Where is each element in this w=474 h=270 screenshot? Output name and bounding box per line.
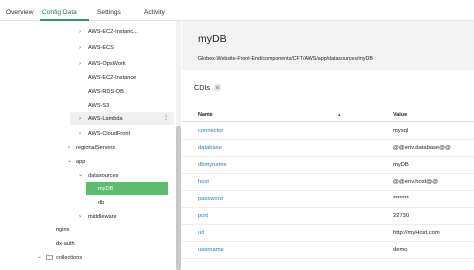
tree-item-label: AWS-EC2-Instanc... bbox=[88, 28, 138, 35]
tree-item-collections[interactable]: ⌄ collections bbox=[0, 251, 174, 264]
section-label: CDIs bbox=[194, 83, 210, 92]
tree-item-aws-s3[interactable]: AWS-S3 bbox=[0, 99, 174, 112]
tree-item-label: AWS-ECS bbox=[88, 44, 114, 51]
tree-item-aws-opswork[interactable]: › AWS-OpsWork bbox=[0, 57, 174, 70]
tree-item-aws-lambda[interactable]: › AWS-Lambda ⋮ bbox=[70, 112, 174, 125]
cdi-value: 22730 bbox=[393, 213, 410, 219]
tree-item-label: regionalServers bbox=[76, 144, 116, 151]
column-header-name[interactable]: Name bbox=[198, 112, 213, 118]
tree-item-label: AWS-EC2-Instance bbox=[88, 74, 137, 81]
breadcrumb-path: Globex-Website-Front-End/components/CFT/… bbox=[198, 56, 373, 62]
cdi-name-link[interactable]: url bbox=[198, 230, 204, 236]
chevron-right-icon[interactable]: › bbox=[68, 145, 70, 151]
detail-panel: myDB Globex-Website-Front-End/components… bbox=[182, 21, 474, 270]
chevron-down-icon[interactable]: ⌄ bbox=[67, 157, 72, 164]
config-tree: › AWS-EC2-Instanc... › AWS-ECS › AWS-Ops… bbox=[0, 21, 174, 270]
tree-item-middleware[interactable]: › middleware bbox=[0, 210, 174, 223]
cdi-value: demo bbox=[393, 247, 408, 253]
tree-item-label: dx-auth bbox=[56, 240, 75, 247]
cdi-value: myDB bbox=[393, 162, 409, 168]
tree-item-label: AWS-Lambda bbox=[88, 115, 123, 122]
tab-activity[interactable]: Activity bbox=[144, 9, 165, 16]
tree-item-nginx[interactable]: nginx bbox=[0, 223, 174, 236]
tree-item-mydb[interactable]: myDB bbox=[86, 182, 168, 195]
cdi-name-link[interactable]: connector bbox=[198, 128, 223, 134]
cdi-value: @@env.host@@ bbox=[393, 179, 439, 185]
cdis-section-heading: CDIs 8 bbox=[194, 83, 221, 92]
table-row[interactable]: port 22730 bbox=[182, 208, 474, 225]
cdi-value: ******* bbox=[393, 196, 409, 202]
column-header-value[interactable]: Value bbox=[393, 112, 407, 118]
chevron-down-icon[interactable]: ⌄ bbox=[37, 253, 42, 260]
tab-overview[interactable]: Overview bbox=[6, 9, 33, 16]
tree-item-label: datasources bbox=[88, 172, 119, 179]
count-badge: 8 bbox=[213, 84, 221, 91]
tab-bar: Overview Config Data Settings Activity bbox=[0, 0, 474, 21]
cdi-name-link[interactable]: password bbox=[198, 196, 223, 202]
tab-settings[interactable]: Settings bbox=[97, 9, 121, 16]
tree-item-aws-ec2-instance[interactable]: AWS-EC2-Instance bbox=[0, 71, 174, 84]
sort-ascending-icon[interactable]: ▴ bbox=[338, 112, 341, 118]
table-row[interactable]: dbmyname myDB bbox=[182, 157, 474, 174]
chevron-right-icon[interactable]: › bbox=[79, 214, 81, 220]
cdi-value: @@env.database@@ bbox=[393, 145, 451, 151]
tree-item-label: AWS-S3 bbox=[88, 102, 110, 109]
cdi-name-link[interactable]: username bbox=[198, 247, 224, 253]
tree-item-label: middleware bbox=[88, 213, 117, 220]
cdi-value: mysql bbox=[393, 128, 409, 134]
tab-config-data[interactable]: Config Data bbox=[42, 9, 77, 16]
chevron-right-icon[interactable]: › bbox=[79, 29, 81, 35]
table-row[interactable]: url http://myHost.com bbox=[182, 225, 474, 242]
cdi-name-link[interactable]: database bbox=[198, 145, 222, 151]
tree-item-db[interactable]: db bbox=[0, 196, 174, 209]
table-row[interactable]: connector mysql bbox=[182, 123, 474, 140]
tree-item-regionalservers[interactable]: › regionalServers bbox=[0, 141, 174, 154]
tree-item-label: AWS-CloudFront bbox=[88, 130, 131, 137]
chevron-down-icon[interactable]: ⌄ bbox=[78, 171, 83, 178]
table-row[interactable]: password ******* bbox=[182, 191, 474, 208]
cdi-name-link[interactable]: host bbox=[198, 179, 209, 185]
tree-item-aws-ec2-instanc[interactable]: › AWS-EC2-Instanc... bbox=[0, 25, 174, 38]
table-row[interactable]: host @@env.host@@ bbox=[182, 174, 474, 191]
sidebar-scrollbar-thumb[interactable] bbox=[176, 126, 181, 270]
tree-item-aws-cloudfront[interactable]: › AWS-CloudFront bbox=[0, 127, 174, 140]
tree-item-label: myDB bbox=[98, 185, 114, 192]
page-title: myDB bbox=[198, 33, 227, 45]
tree-item-label: AWS-RDS-DB bbox=[88, 88, 124, 95]
tree-item-app[interactable]: ⌄ app bbox=[0, 155, 174, 168]
tree-item-aws-ecs[interactable]: › AWS-ECS bbox=[0, 41, 174, 54]
tree-item-label: AWS-OpsWork bbox=[88, 60, 126, 67]
tree-item-label: app bbox=[76, 158, 86, 165]
table-header: Name ▴ Value bbox=[182, 108, 474, 122]
chevron-right-icon[interactable]: › bbox=[79, 45, 81, 51]
cdi-value: http://myHost.com bbox=[393, 230, 440, 236]
detail-header: myDB Globex-Website-Front-End/components… bbox=[182, 21, 474, 70]
folder-icon bbox=[46, 254, 53, 262]
cdi-name-link[interactable]: dbmyname bbox=[198, 162, 227, 168]
tree-item-datasources[interactable]: ⌄ datasources bbox=[0, 169, 174, 182]
chevron-right-icon[interactable]: › bbox=[79, 61, 81, 67]
tree-item-dx-auth[interactable]: dx-auth bbox=[0, 237, 174, 250]
tree-item-aws-rds-db[interactable]: AWS-RDS-DB bbox=[0, 85, 174, 98]
more-options-icon[interactable]: ⋮ bbox=[163, 114, 169, 121]
tree-item-label: db bbox=[98, 199, 105, 206]
table-row[interactable]: database @@env.database@@ bbox=[182, 140, 474, 157]
chevron-right-icon[interactable]: › bbox=[79, 116, 81, 122]
table-row[interactable]: username demo bbox=[182, 242, 474, 259]
chevron-right-icon[interactable]: › bbox=[79, 131, 81, 137]
cdi-name-link[interactable]: port bbox=[198, 213, 208, 219]
tree-item-label: nginx bbox=[56, 226, 70, 233]
tree-item-label: collections bbox=[56, 254, 83, 261]
